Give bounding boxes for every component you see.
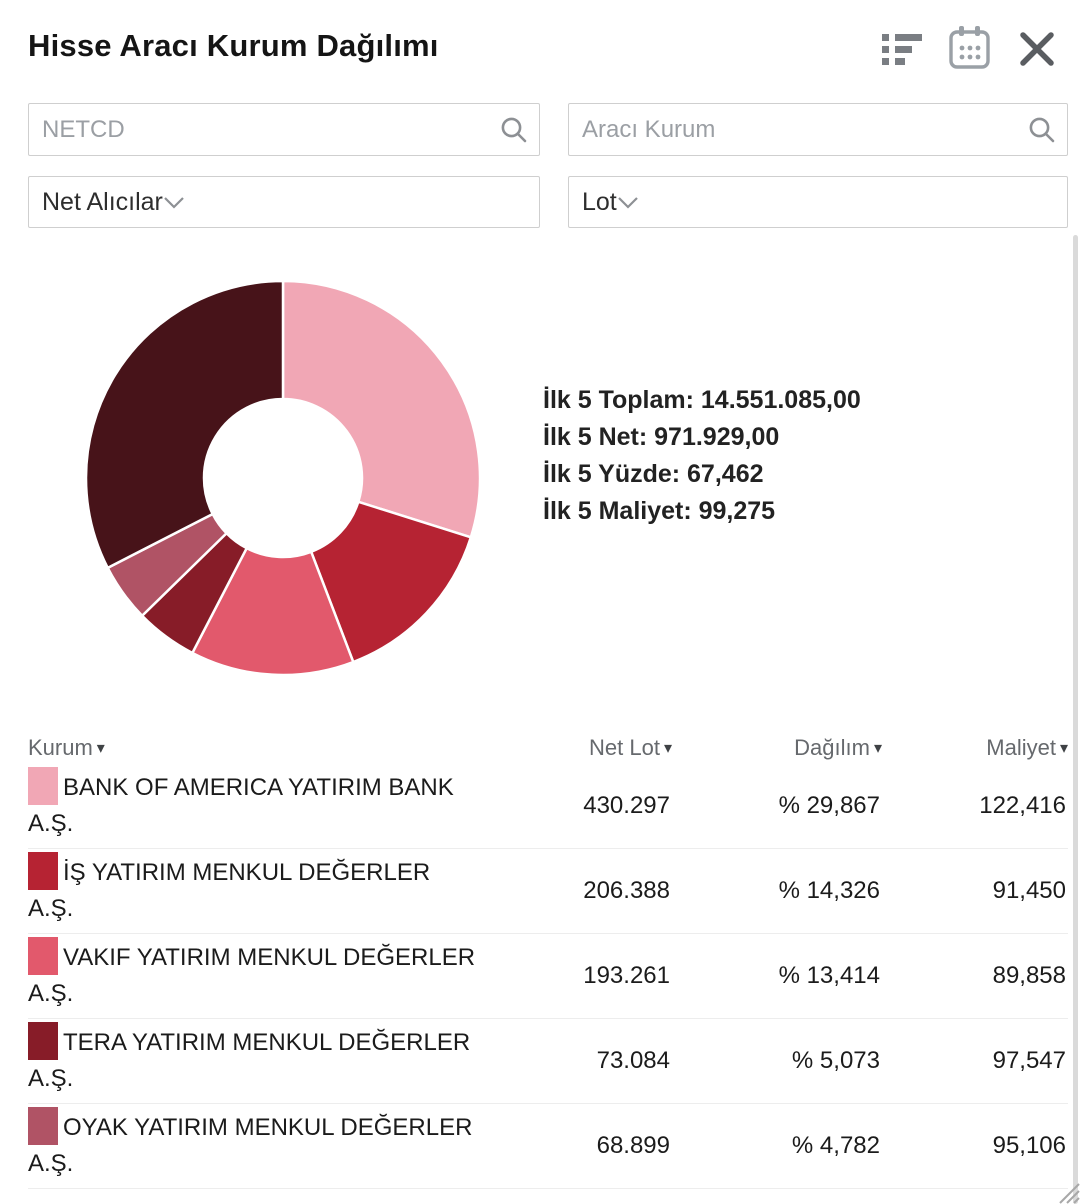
vertical-scrollbar[interactable] <box>1073 235 1078 1204</box>
broker-table-header: Kurum ▾ Net Lot ▾ Dağılım ▾ Maliyet ▾ <box>28 732 1068 764</box>
symbol-search-input[interactable] <box>29 104 539 155</box>
broker-search-field <box>568 103 1068 156</box>
row-color-swatch <box>28 767 58 805</box>
dagilim-value: % 4,782 <box>791 1132 880 1159</box>
broker-name: İŞ YATIRIM MENKUL DEĞERLER <box>63 859 431 886</box>
broker-name-suffix: A.Ş. <box>28 980 74 1007</box>
broker-name-suffix: A.Ş. <box>28 895 74 922</box>
sort-down-icon: ▾ <box>1059 740 1068 757</box>
search-icon[interactable] <box>500 116 528 144</box>
maliyet-value: 95,106 <box>992 1132 1066 1159</box>
chevron-down-icon <box>617 188 639 217</box>
top5-total: İlk 5 Toplam: 14.551.085,00 <box>543 386 861 414</box>
dagilim-value: % 5,073 <box>791 1047 880 1074</box>
net-lot-value: 68.899 <box>596 1132 670 1159</box>
resize-grip-icon[interactable] <box>1048 1172 1080 1204</box>
close-icon[interactable] <box>1016 28 1058 70</box>
dagilim-value: % 14,326 <box>778 877 880 904</box>
top5-stats: İlk 5 Toplam: 14.551.085,00 İlk 5 Net: 9… <box>543 382 861 530</box>
list-view-icon[interactable] <box>880 29 924 69</box>
calendar-icon[interactable] <box>946 24 994 74</box>
row-color-swatch <box>28 852 58 890</box>
top5-cost: İlk 5 Maliyet: 99,275 <box>543 497 776 525</box>
header-toolbar <box>880 24 1058 74</box>
broker-name: VAKIF YATIRIM MENKUL DEĞERLER <box>63 944 476 971</box>
dagilim-value: % 29,867 <box>778 792 880 819</box>
dagilim-value: % 13,414 <box>778 962 880 989</box>
net-lot-value: 193.261 <box>583 962 670 989</box>
column-header-dagilim[interactable]: Dağılım ▾ <box>672 735 882 761</box>
broker-name: BANK OF AMERICA YATIRIM BANK <box>63 774 454 801</box>
broker-name-suffix: A.Ş. <box>28 1065 74 1092</box>
maliyet-value: 91,450 <box>992 877 1066 904</box>
donut-slice[interactable] <box>281 279 482 539</box>
broker-name: OYAK YATIRIM MENKUL DEĞERLER <box>63 1114 473 1141</box>
search-icon[interactable] <box>1028 116 1056 144</box>
net-lot-value: 206.388 <box>583 877 670 904</box>
sort-down-icon: ▾ <box>96 740 105 757</box>
symbol-search-field <box>28 103 540 156</box>
row-color-swatch <box>28 1022 58 1060</box>
broker-name-suffix: A.Ş. <box>28 1150 74 1177</box>
sort-down-icon: ▾ <box>663 740 672 757</box>
table-row: TERA YATIRIM MENKUL DEĞERLER A.Ş. 73.084 … <box>28 1019 1068 1104</box>
broker-distribution-donut-chart[interactable] <box>83 278 483 678</box>
column-header-kurum[interactable]: Kurum ▾ <box>28 735 483 761</box>
row-color-swatch <box>28 937 58 975</box>
chevron-down-icon <box>163 188 185 217</box>
maliyet-value: 97,547 <box>992 1047 1066 1074</box>
table-row: VAKIF YATIRIM MENKUL DEĞERLER A.Ş. 193.26… <box>28 934 1068 1019</box>
broker-name-suffix: A.Ş. <box>28 810 74 837</box>
table-row: BANK OF AMERICA YATIRIM BANK A.Ş. 430.297… <box>28 764 1068 849</box>
unit-select-value: Lot <box>582 187 617 216</box>
side-select[interactable]: Net Alıcılar <box>28 176 540 228</box>
page-title: Hisse Aracı Kurum Dağılımı <box>28 28 439 63</box>
top5-net: İlk 5 Net: 971.929,00 <box>543 423 780 451</box>
sort-down-icon: ▾ <box>873 740 882 757</box>
broker-search-input[interactable] <box>569 104 1067 155</box>
maliyet-value: 89,858 <box>992 962 1066 989</box>
broker-table: Kurum ▾ Net Lot ▾ Dağılım ▾ Maliyet ▾ BANK O… <box>28 732 1068 1189</box>
broker-name: TERA YATIRIM MENKUL DEĞERLER <box>63 1029 471 1056</box>
column-header-maliyet[interactable]: Maliyet ▾ <box>882 735 1068 761</box>
net-lot-value: 73.084 <box>596 1047 670 1074</box>
donut-slice[interactable] <box>84 279 285 570</box>
unit-select[interactable]: Lot <box>568 176 1068 228</box>
maliyet-value: 122,416 <box>979 792 1066 819</box>
table-row: OYAK YATIRIM MENKUL DEĞERLER A.Ş. 68.899 … <box>28 1104 1068 1189</box>
row-color-swatch <box>28 1107 58 1145</box>
top5-percent: İlk 5 Yüzde: 67,462 <box>543 460 764 488</box>
side-select-value: Net Alıcılar <box>42 187 163 216</box>
net-lot-value: 430.297 <box>583 792 670 819</box>
table-row: İŞ YATIRIM MENKUL DEĞERLER A.Ş. 206.388 %… <box>28 849 1068 934</box>
column-header-netlot[interactable]: Net Lot ▾ <box>483 735 672 761</box>
